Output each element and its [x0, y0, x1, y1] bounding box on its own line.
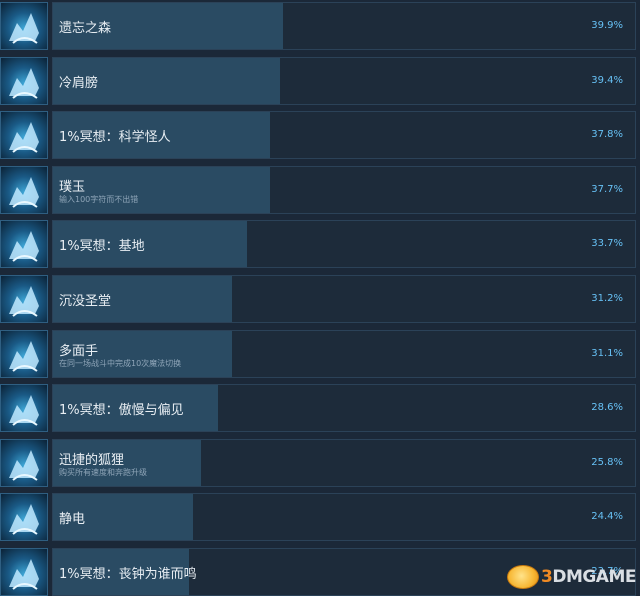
achievement-title: 沉没圣堂 [59, 294, 112, 309]
watermark-logo: 3DMGAME [506, 565, 637, 589]
achievement-row: 1%冥想：傲慢与偏见 28.6% [0, 384, 640, 433]
sunken-temple-icon [0, 275, 48, 323]
unlock-percentage: 31.1% [591, 347, 623, 359]
achievement-row: 冷肩膀 39.4% [0, 56, 640, 105]
unlock-percentage: 39.9% [591, 20, 623, 31]
unlock-percentage: 25.8% [591, 456, 623, 468]
feather-swirl-icon [0, 384, 48, 433]
achievement-title: 迅捷的狐狸 [59, 452, 125, 468]
achievement-row: 遗忘之森 39.9% [0, 2, 640, 50]
achievement-title: 遗忘之森 [59, 21, 112, 36]
spiral-pillar-icon [0, 220, 48, 269]
achievement-description: 在同一场战斗中完成10次魔法切换 [59, 358, 182, 368]
achievement-title: 静电 [59, 512, 86, 528]
unlock-percentage: 37.7% [591, 183, 623, 195]
unlock-percentage: 28.6% [591, 402, 623, 414]
achievement-title: 多面手 [59, 343, 99, 359]
fox-icon [0, 438, 48, 487]
achievement-row: 沉没圣堂 31.2% [0, 275, 640, 323]
bell-tolls-icon [0, 548, 48, 596]
achievement-progress: 多面手 在同一场战斗中完成10次魔法切换 31.1% [52, 329, 636, 378]
achievement-title: 1%冥想：科学怪人 [59, 130, 171, 146]
achievement-title: 璞玉 [59, 179, 86, 195]
unlock-rate-fill [53, 166, 270, 213]
achievement-row: 多面手 在同一场战斗中完成10次魔法切换 31.1% [0, 329, 640, 378]
achievement-progress: 1%冥想：傲慢与偏见 28.6% [52, 384, 636, 433]
achievement-title: 冷肩膀 [59, 75, 99, 91]
achievement-progress: 静电 24.4% [52, 493, 636, 542]
unlock-percentage: 24.4% [591, 511, 623, 523]
achievement-progress: 沉没圣堂 31.2% [52, 275, 636, 323]
multi-arm-icon [0, 329, 48, 378]
lightning-tower-icon [0, 111, 48, 160]
watermark-text: 3DMGAME [540, 567, 637, 587]
achievement-description: 购买所有速度和奔跑升级 [59, 467, 147, 477]
achievement-progress: 冷肩膀 39.4% [52, 56, 636, 105]
unlock-percentage: 33.7% [591, 238, 623, 250]
unlock-percentage: 39.4% [591, 74, 623, 86]
achievement-progress: 1%冥想：科学怪人 37.8% [52, 111, 636, 160]
achievement-progress: 迅捷的狐狸 购买所有速度和奔跑升级 25.8% [52, 438, 636, 487]
achievement-row: 静电 24.4% [0, 493, 640, 542]
achievement-title: 1%冥想：傲慢与偏见 [59, 403, 184, 419]
quill-icon [0, 165, 48, 214]
achievement-title: 1%冥想：丧钟为谁而鸣 [59, 567, 197, 582]
mascot-icon [506, 565, 539, 589]
unlock-percentage: 31.2% [591, 293, 623, 304]
achievement-row: 璞玉 输入100字符而不出错 37.7% [0, 165, 640, 214]
achievement-progress: 璞玉 输入100字符而不出错 37.7% [52, 165, 636, 214]
achievement-progress: 遗忘之森 39.9% [52, 2, 636, 50]
achievement-row: 1%冥想：基地 33.7% [0, 220, 640, 269]
achievement-row: 1%冥想：科学怪人 37.8% [0, 111, 640, 160]
unlock-percentage: 37.8% [591, 129, 623, 141]
achievement-progress: 1%冥想：基地 33.7% [52, 220, 636, 269]
achievement-title: 1%冥想：基地 [59, 239, 145, 255]
achievement-row: 迅捷的狐狸 购买所有速度和奔跑升级 25.8% [0, 438, 640, 487]
achievement-description: 输入100字符而不出错 [59, 194, 139, 204]
static-creature-icon [0, 493, 48, 542]
cold-shoulder-icon [0, 56, 48, 105]
wolf-forest-icon [0, 2, 48, 50]
